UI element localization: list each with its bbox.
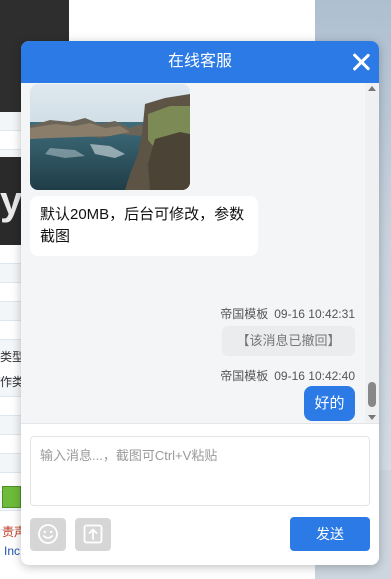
background-link[interactable]: Inc bbox=[4, 544, 20, 558]
coastal-photo-icon bbox=[30, 84, 190, 190]
message-composer: 发送 bbox=[21, 423, 379, 565]
message-meta: 帝国模板 09-16 10:42:40 bbox=[220, 367, 355, 384]
scroll-down-icon[interactable] bbox=[368, 415, 376, 420]
sender-name: 帝国模板 bbox=[220, 307, 269, 321]
emoji-icon bbox=[38, 524, 58, 544]
send-button[interactable]: 发送 bbox=[290, 517, 370, 551]
chat-header: 在线客服 bbox=[21, 41, 379, 83]
scroll-up-icon[interactable] bbox=[368, 86, 376, 91]
scroll-thumb[interactable] bbox=[368, 382, 376, 407]
close-icon[interactable] bbox=[351, 52, 371, 72]
message-list: 默认20MB，后台可修改，参数截图 帝国模板 09-16 10:42:31 【该消… bbox=[21, 83, 379, 423]
message-time: 09-16 10:42:40 bbox=[274, 369, 355, 383]
background-green-button[interactable] bbox=[2, 486, 21, 508]
message-image[interactable] bbox=[30, 84, 190, 190]
message-scrollbar[interactable] bbox=[365, 83, 379, 423]
message-meta: 帝国模板 09-16 10:42:31 bbox=[220, 305, 355, 322]
upload-button[interactable] bbox=[75, 518, 111, 551]
recalled-message-notice: 【该消息已撤回】 bbox=[222, 326, 355, 356]
background-logo-tile: ys bbox=[0, 157, 21, 245]
message-input[interactable] bbox=[30, 436, 370, 506]
sender-name: 帝国模板 bbox=[220, 369, 269, 383]
message-time: 09-16 10:42:31 bbox=[274, 307, 355, 321]
message-bubble-outgoing: 好的 bbox=[304, 386, 355, 421]
chat-window: 在线客服 默认20MB，后台可修改，参数截图 帝国模板 09-16 10:42:… bbox=[21, 41, 379, 565]
emoji-button[interactable] bbox=[30, 518, 66, 551]
chat-title: 在线客服 bbox=[167, 53, 232, 70]
message-bubble-incoming: 默认20MB，后台可修改，参数截图 bbox=[30, 196, 258, 256]
upload-icon bbox=[83, 524, 103, 544]
